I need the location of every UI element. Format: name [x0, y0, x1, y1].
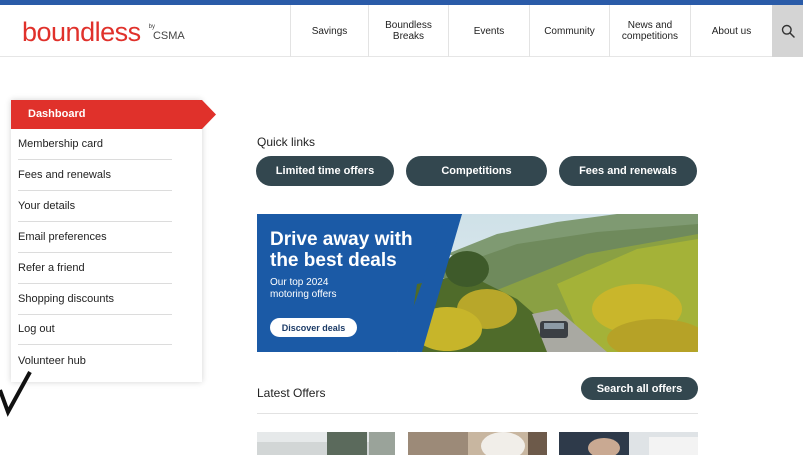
nav-label: Savings	[311, 25, 348, 37]
nav-about-us[interactable]: About us	[690, 5, 772, 57]
offer-image-2	[408, 432, 547, 455]
button-label: Discover deals	[281, 322, 346, 333]
nav-events[interactable]: Events	[448, 5, 529, 57]
pill-label: Fees and renewals	[579, 165, 677, 177]
sidebar-item-label: Log out	[18, 323, 55, 335]
banner-subtitle-1: Our top 2024	[270, 277, 329, 288]
quick-link-limited-time-offers[interactable]: Limited time offers	[256, 156, 394, 186]
sidebar-item-label: Fees and renewals	[18, 169, 111, 181]
sidebar-item-your-details[interactable]: Your details	[18, 191, 172, 222]
nav-label: Events	[473, 25, 505, 37]
nav-label: Boundless Breaks	[385, 20, 432, 42]
nav-community[interactable]: Community	[529, 5, 609, 57]
sidebar-item-label: Membership card	[18, 138, 103, 150]
sidebar-item-email-preferences[interactable]: Email preferences	[18, 222, 172, 253]
offer-card-thumbnail-2[interactable]	[408, 432, 547, 455]
sidebar-item-label: Email preferences	[18, 231, 107, 243]
discover-deals-button[interactable]: Discover deals	[270, 318, 357, 337]
nav-label: News and competitions	[621, 20, 679, 42]
promo-banner[interactable]: Drive away with the best deals Our top 2…	[257, 214, 698, 352]
button-label: Search all offers	[596, 382, 683, 395]
pill-label: Limited time offers	[275, 165, 375, 177]
sidebar-item-label: Refer a friend	[18, 262, 85, 274]
sidebar-item-label: Shopping discounts	[18, 293, 115, 305]
pill-label: Competitions	[441, 165, 512, 177]
offer-card-thumbnail-1[interactable]	[257, 432, 395, 455]
pointer-cursor-icon	[0, 371, 32, 417]
logo-wordmark: boundless	[22, 17, 141, 47]
search-button[interactable]	[772, 5, 803, 57]
sidebar-item-label: Dashboard	[28, 108, 86, 120]
banner-headline-1: Drive away with	[270, 229, 413, 250]
logo-csma: CSMA	[152, 30, 185, 42]
banner-text: Drive away with the best deals Our top 2…	[270, 229, 413, 301]
offer-card-thumbnail-3[interactable]	[559, 432, 698, 455]
sidebar-item-volunteer-hub[interactable]: Volunteer hub	[18, 345, 172, 376]
sidebar-item-log-out[interactable]: Log out	[18, 314, 172, 345]
offer-image-3	[559, 432, 698, 455]
quick-link-fees-and-renewals[interactable]: Fees and renewals	[559, 156, 697, 186]
sidebar-item-label: Your details	[18, 200, 76, 212]
sidebar-item-shopping-discounts[interactable]: Shopping discounts	[18, 284, 172, 315]
sidebar-item-refer-a-friend[interactable]: Refer a friend	[18, 253, 172, 284]
sidebar-item-dashboard[interactable]: Dashboard	[11, 100, 216, 129]
nav-news-and-competitions[interactable]: News and competitions	[609, 5, 690, 57]
banner-subtitle-2: motoring offers	[270, 289, 337, 300]
boundless-logo[interactable]: boundless by CSMA	[22, 17, 185, 48]
sidebar-item-label: Volunteer hub	[18, 354, 86, 367]
sidebar-item-membership-card[interactable]: Membership card	[18, 129, 172, 160]
nav-label: Community	[544, 25, 595, 37]
banner-headline-2: the best deals	[270, 250, 397, 271]
offer-image-1	[257, 432, 395, 455]
nav-savings[interactable]: Savings	[290, 5, 368, 57]
section-divider	[257, 413, 698, 414]
nav-boundless-breaks[interactable]: Boundless Breaks	[368, 5, 448, 57]
site-header: boundless by CSMA Savings Boundless Brea…	[0, 5, 803, 57]
search-icon	[781, 24, 795, 38]
main-nav: Savings Boundless Breaks Events Communit…	[290, 5, 772, 57]
nav-label: About us	[711, 25, 752, 37]
quick-link-competitions[interactable]: Competitions	[406, 156, 547, 186]
search-all-offers-button[interactable]: Search all offers	[581, 377, 698, 400]
quick-links-title: Quick links	[257, 135, 316, 149]
sidebar-item-fees-and-renewals[interactable]: Fees and renewals	[18, 160, 172, 191]
latest-offers-title: Latest Offers	[257, 386, 326, 400]
